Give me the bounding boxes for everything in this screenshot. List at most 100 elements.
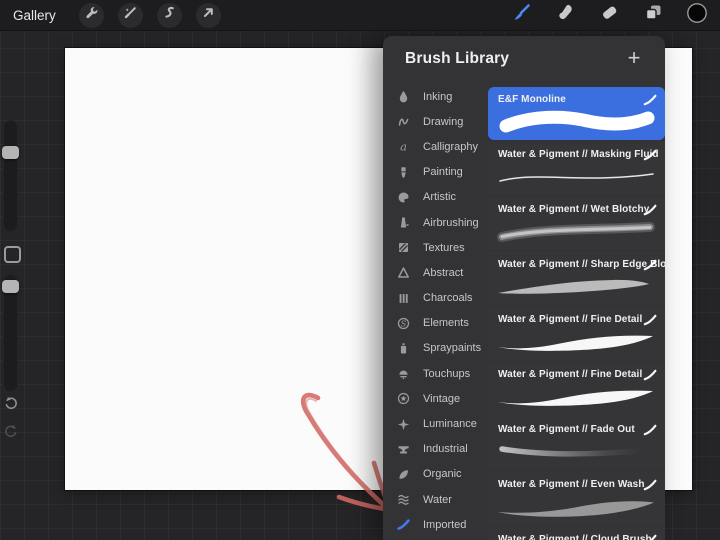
category-item-touchups[interactable]: Touchups bbox=[383, 361, 488, 386]
brush-item[interactable]: Water & Pigment // Masking Fluid bbox=[488, 142, 665, 195]
category-label: Charcoals bbox=[423, 292, 473, 305]
brush-item[interactable]: Water & Pigment // Sharp Edge Blotchy bbox=[488, 252, 665, 305]
brush-tool-button[interactable] bbox=[504, 0, 538, 30]
category-item-water[interactable]: Water bbox=[383, 487, 488, 512]
category-item-organic[interactable]: Organic bbox=[383, 462, 488, 487]
category-label: Textures bbox=[423, 241, 465, 254]
imported-stroke-icon bbox=[396, 518, 411, 532]
category-label: Touchups bbox=[423, 367, 471, 380]
brush-name: Water & Pigment // Even Wash bbox=[498, 479, 645, 490]
category-item-luminance[interactable]: Luminance bbox=[383, 411, 488, 436]
top-toolbar: Gallery bbox=[0, 0, 720, 31]
color-swatch-button[interactable] bbox=[680, 0, 714, 30]
brush-stroke-mini-icon bbox=[643, 423, 657, 436]
brush-stroke-mini-icon bbox=[643, 533, 657, 540]
squiggle-icon bbox=[396, 115, 411, 129]
anvil-icon bbox=[396, 442, 411, 456]
brush-name: Water & Pigment // Wet Blotchy bbox=[498, 204, 650, 215]
brush-stroke-preview bbox=[498, 501, 654, 517]
smudge-finger-icon bbox=[555, 2, 576, 28]
brush-name: Water & Pigment // Masking Fluid bbox=[498, 149, 659, 160]
brush-stroke-mini-icon bbox=[643, 313, 657, 326]
svg-text:a: a bbox=[400, 140, 407, 153]
category-label: Drawing bbox=[423, 115, 464, 128]
brush-stroke-preview bbox=[498, 335, 653, 351]
gallery-button[interactable]: Gallery bbox=[13, 8, 56, 23]
category-item-calligraphy[interactable]: a Calligraphy bbox=[383, 134, 488, 159]
brush-stroke-mini-icon bbox=[643, 148, 657, 161]
redo-button[interactable] bbox=[2, 424, 20, 442]
brush-stroke-mini-icon bbox=[643, 203, 657, 216]
category-item-artistic[interactable]: Artistic bbox=[383, 185, 488, 210]
category-label: Calligraphy bbox=[423, 140, 479, 153]
adjustments-button[interactable] bbox=[117, 2, 143, 28]
category-item-painting[interactable]: Painting bbox=[383, 160, 488, 185]
brush-item[interactable]: Water & Pigment // Fade Out bbox=[488, 417, 665, 470]
category-item-abstract[interactable]: Abstract bbox=[383, 260, 488, 285]
waves-icon bbox=[396, 493, 411, 507]
category-label: Artistic bbox=[423, 191, 456, 204]
category-item-industrial[interactable]: Industrial bbox=[383, 437, 488, 462]
magic-wand-icon bbox=[123, 5, 138, 25]
brush-stroke-preview bbox=[499, 173, 654, 182]
triangle-icon bbox=[396, 266, 411, 280]
category-item-elements[interactable]: S Elements bbox=[383, 311, 488, 336]
category-label: Organic bbox=[423, 468, 462, 481]
leaf-icon bbox=[396, 467, 411, 481]
element-circle-icon: S bbox=[396, 316, 411, 330]
brush-name: Water & Pigment // Fade Out bbox=[498, 424, 635, 435]
brush-item[interactable]: Water & Pigment // Cloud Brush bbox=[488, 527, 665, 540]
category-label: Luminance bbox=[423, 418, 477, 431]
spray-can-icon bbox=[396, 341, 411, 355]
erase-tool-button[interactable] bbox=[592, 0, 626, 30]
panel-title: Brush Library bbox=[405, 50, 510, 67]
category-item-imported[interactable]: Imported bbox=[383, 512, 488, 537]
brush-stroke-mini-icon bbox=[643, 368, 657, 381]
brush-item[interactable]: Water & Pigment // Wet Blotchy bbox=[488, 197, 665, 250]
brush-size-slider[interactable] bbox=[3, 120, 18, 232]
sparkle-icon bbox=[396, 417, 411, 431]
brush-name: Water & Pigment // Sharp Edge Blotchy bbox=[498, 259, 665, 270]
selection-button[interactable] bbox=[156, 2, 182, 28]
brush-name: Water & Pigment // Fine Detail bbox=[498, 369, 643, 380]
procreate-app: Gallery Brush Library + Inking Drawing a… bbox=[0, 0, 720, 540]
category-label: Abstract bbox=[423, 266, 464, 279]
category-item-inking[interactable]: Inking bbox=[383, 84, 488, 109]
add-brush-button[interactable]: + bbox=[621, 45, 647, 71]
category-label: Industrial bbox=[423, 443, 468, 456]
brush-item-selected[interactable]: E&F Monoline bbox=[488, 87, 665, 140]
hatched-square-icon bbox=[396, 241, 411, 255]
category-item-airbrushing[interactable]: Airbrushing bbox=[383, 210, 488, 235]
brush-library-header: Brush Library + bbox=[383, 36, 665, 82]
category-label: Inking bbox=[423, 90, 453, 103]
modify-button[interactable] bbox=[4, 246, 21, 263]
brush-name: E&F Monoline bbox=[498, 94, 566, 105]
layers-icon bbox=[643, 2, 664, 28]
transform-arrow-icon bbox=[201, 5, 216, 25]
palette-icon bbox=[396, 190, 411, 204]
brush-category-list: Inking Drawing a Calligraphy Painting Ar… bbox=[383, 84, 488, 537]
brush-stroke-preview bbox=[498, 279, 649, 294]
category-item-drawing[interactable]: Drawing bbox=[383, 109, 488, 134]
category-item-charcoals[interactable]: Charcoals bbox=[383, 286, 488, 311]
layers-button[interactable] bbox=[636, 0, 670, 30]
paintbrush-head-icon bbox=[396, 165, 411, 179]
category-item-spraypaints[interactable]: Spraypaints bbox=[383, 336, 488, 361]
smudge-tool-button[interactable] bbox=[548, 0, 582, 30]
brush-item[interactable]: Water & Pigment // Fine Detail bbox=[488, 362, 665, 415]
brush-item[interactable]: Water & Pigment // Even Wash bbox=[488, 472, 665, 525]
category-item-textures[interactable]: Textures bbox=[383, 235, 488, 260]
category-item-vintage[interactable]: Vintage bbox=[383, 386, 488, 411]
brush-item[interactable]: Water & Pigment // Fine Detail bbox=[488, 307, 665, 360]
category-label: Imported bbox=[423, 518, 467, 531]
undo-button[interactable] bbox=[2, 396, 20, 414]
brush-stroke-mini-icon bbox=[643, 478, 657, 491]
category-label: Painting bbox=[423, 166, 463, 179]
transform-button[interactable] bbox=[195, 2, 221, 28]
brush-name: Water & Pigment // Cloud Brush bbox=[498, 534, 652, 540]
opacity-slider-handle[interactable] bbox=[2, 280, 19, 293]
charcoal-bars-icon bbox=[396, 291, 411, 305]
brush-size-slider-handle[interactable] bbox=[2, 146, 19, 159]
brush-stroke-preview bbox=[499, 446, 643, 457]
actions-button[interactable] bbox=[78, 2, 104, 28]
